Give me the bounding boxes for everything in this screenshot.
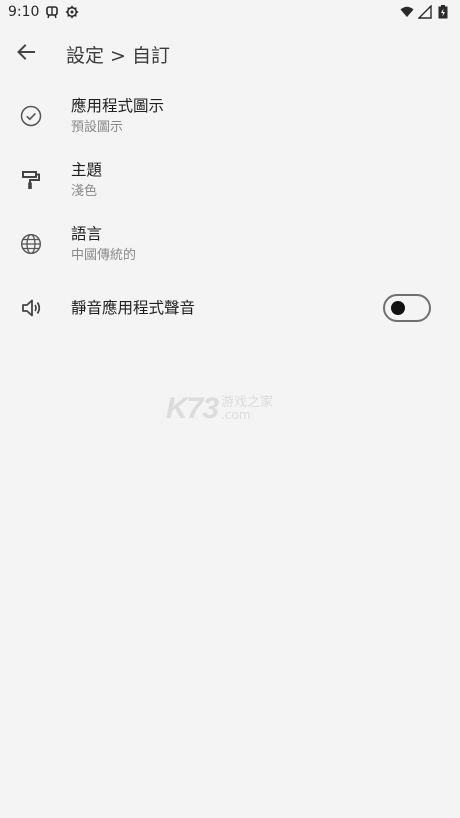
- paint-roller-icon: [18, 167, 44, 193]
- settings-item-subtitle: 預設圖示: [71, 119, 124, 135]
- watermark-logo: K73 游戏之家 .com: [166, 392, 296, 426]
- back-button[interactable]: [0, 32, 52, 76]
- page-title: 設定 > 自訂: [66, 44, 170, 67]
- settings-item-text: 語言 中國傳統的: [71, 224, 136, 265]
- settings-item-text: 靜音應用程式聲音: [71, 298, 195, 318]
- settings-item-language[interactable]: 語言 中國傳統的: [0, 212, 460, 276]
- settings-list: 應用程式圖示 預設圖示 主題 淺色 語言 中國傳統的 靜音應用程式聲音: [0, 84, 460, 340]
- settings-item-title: 語言: [71, 224, 103, 243]
- status-right: [400, 5, 450, 19]
- volume-icon: [18, 295, 44, 321]
- settings-item-text: 主題 淺色: [71, 160, 102, 201]
- settings-item-text: 應用程式圖示 預設圖示: [71, 96, 164, 137]
- settings-item-app-icon[interactable]: 應用程式圖示 預設圖示: [0, 84, 460, 148]
- signal-icon: [418, 5, 432, 19]
- battery-icon: [436, 5, 450, 19]
- arrow-back-icon: [16, 42, 36, 66]
- app-bar: 設定 > 自訂: [0, 32, 460, 76]
- globe-icon: [18, 231, 44, 257]
- status-bar: 9:10: [0, 0, 460, 24]
- toggle-knob: [391, 301, 405, 315]
- settings-gear-icon: [65, 5, 79, 19]
- mute-toggle[interactable]: [383, 294, 431, 322]
- settings-item-theme[interactable]: 主題 淺色: [0, 148, 460, 212]
- status-time: 9:10: [8, 4, 40, 20]
- settings-item-title: 應用程式圖示: [71, 96, 165, 115]
- settings-item-title: 靜音應用程式聲音: [71, 299, 196, 317]
- wifi-icon: [400, 5, 414, 19]
- settings-item-subtitle: 淺色: [71, 183, 98, 199]
- debug-icon: [45, 5, 59, 19]
- settings-item-mute-sounds[interactable]: 靜音應用程式聲音: [0, 276, 460, 340]
- status-left: 9:10: [8, 4, 79, 20]
- check-circle-icon: [18, 103, 44, 129]
- watermark-main: K73: [166, 392, 219, 425]
- settings-item-subtitle: 中國傳統的: [71, 247, 137, 263]
- settings-item-title: 主題: [71, 160, 103, 179]
- watermark-com: .com: [221, 408, 251, 422]
- watermark-side: 游戏之家 .com: [221, 396, 273, 422]
